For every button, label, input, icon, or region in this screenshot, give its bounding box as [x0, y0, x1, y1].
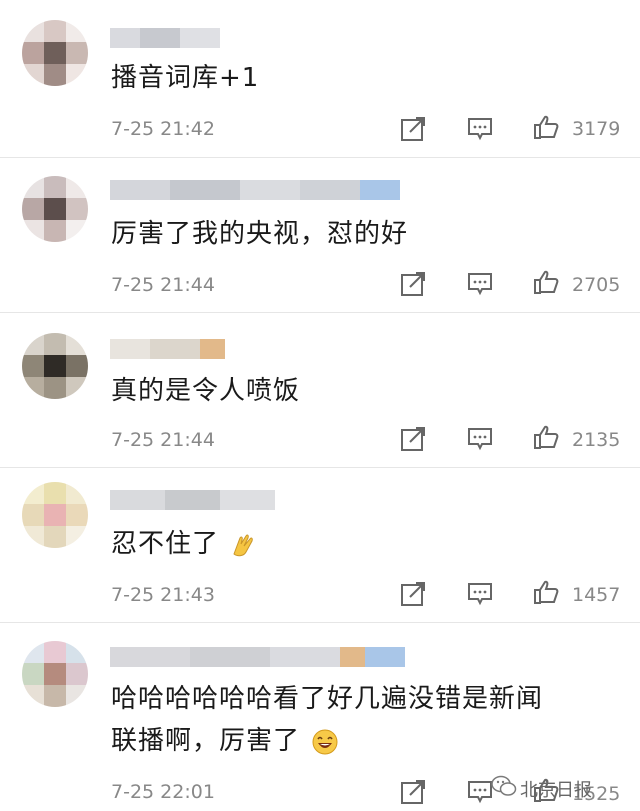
edit-share-icon[interactable] [400, 426, 426, 452]
comment-text: 哈哈哈哈哈哈看了好几遍没错是新闻 [111, 684, 544, 714]
comment-text: 厉害了我的央视，怼的好 [111, 219, 409, 249]
comment-item: 厉害了我的央视，怼的好 7-25 21:44 2705 [0, 158, 640, 313]
comment-time: 7-25 21:44 [111, 429, 215, 451]
comment-icon[interactable] [467, 271, 493, 297]
avatar[interactable] [22, 641, 88, 707]
comment-item: 真的是令人喷饭 7-25 21:44 2135 [0, 313, 640, 468]
comment-text-content: 联播啊，厉害了 [111, 726, 301, 756]
comment-text-line2: 联播啊，厉害了 [111, 721, 339, 761]
username-blurred[interactable] [110, 180, 400, 200]
avatar[interactable] [22, 20, 88, 86]
like-count: 1457 [572, 584, 621, 606]
comment-time: 7-25 21:42 [111, 118, 215, 140]
comment-text: 真的是令人喷饭 [111, 376, 301, 406]
like-count: 3179 [572, 118, 621, 140]
comment-icon[interactable] [467, 426, 493, 452]
edit-share-icon[interactable] [400, 581, 426, 607]
like-count: 2135 [572, 429, 621, 451]
comment-item: 播音词库+1 7-25 21:42 3179 [0, 0, 640, 158]
thumbs-up-icon[interactable] [533, 269, 559, 295]
username-blurred[interactable] [110, 339, 225, 359]
comment-time: 7-25 21:44 [111, 274, 215, 296]
clap-hands-emoji [233, 533, 254, 556]
edit-share-icon[interactable] [400, 116, 426, 142]
comment-text: 忍不住了 [111, 524, 258, 564]
comment-text-content: 忍不住了 [111, 529, 220, 559]
watermark: 北京日报 [520, 780, 592, 801]
comment-icon[interactable] [467, 581, 493, 607]
username-blurred[interactable] [110, 490, 275, 510]
comment-text: 播音词库+1 [111, 63, 260, 93]
comment-icon[interactable] [467, 116, 493, 142]
username-blurred[interactable] [110, 28, 220, 48]
comment-item: 忍不住了 7-25 21:43 1457 [0, 468, 640, 623]
username-blurred[interactable] [110, 647, 405, 667]
avatar[interactable] [22, 176, 88, 242]
wechat-logo-icon [491, 775, 517, 796]
comment-time: 7-25 21:43 [111, 584, 215, 606]
comment-time: 7-25 22:01 [111, 781, 215, 803]
edit-share-icon[interactable] [400, 779, 426, 805]
laughing-face-emoji [312, 729, 338, 754]
avatar[interactable] [22, 482, 88, 548]
comment-icon[interactable] [467, 779, 493, 805]
edit-share-icon[interactable] [400, 271, 426, 297]
avatar[interactable] [22, 333, 88, 399]
like-count: 2705 [572, 274, 621, 296]
thumbs-up-icon[interactable] [533, 424, 559, 450]
thumbs-up-icon[interactable] [533, 114, 559, 140]
thumbs-up-icon[interactable] [533, 579, 559, 605]
